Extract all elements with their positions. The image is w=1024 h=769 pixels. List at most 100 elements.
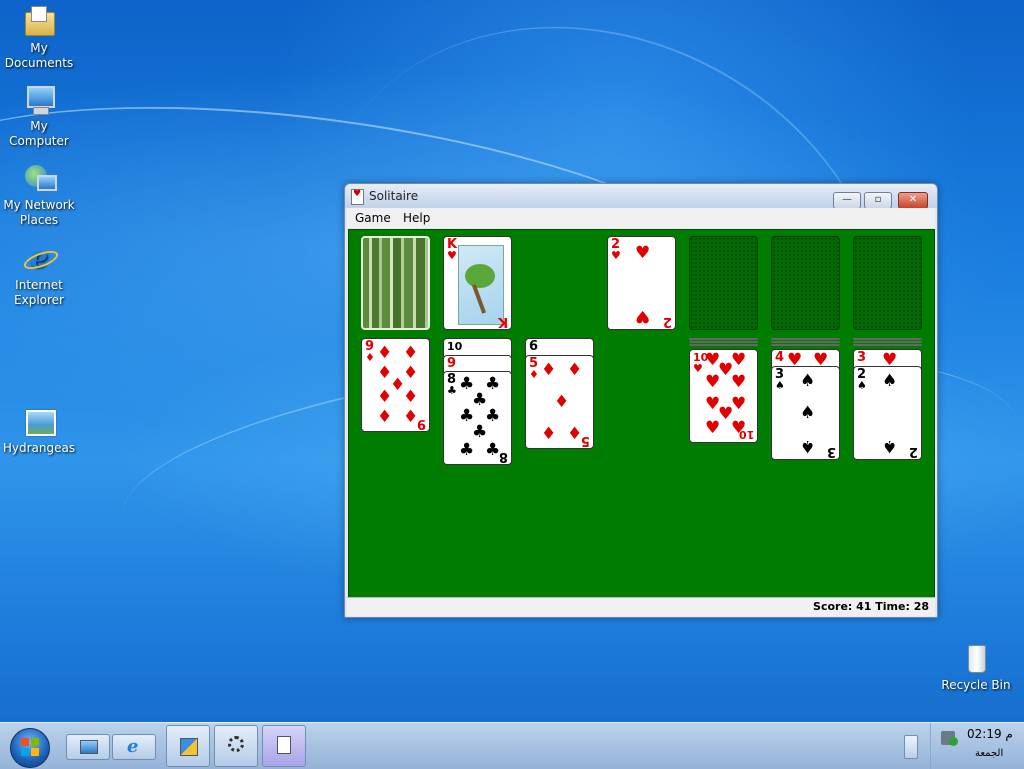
recycle-bin-icon xyxy=(960,643,992,675)
diamond-icon: ♦ xyxy=(365,351,375,364)
minimize-button[interactable]: — xyxy=(833,192,861,209)
heart-icon: ♥ xyxy=(635,306,651,326)
spade-icon: ♠ xyxy=(800,403,816,423)
taskbar-app-1[interactable] xyxy=(166,725,210,767)
title-bar[interactable]: Solitaire — ▫ ✕ xyxy=(345,184,937,209)
spade-icon: ♠ xyxy=(882,436,898,456)
solitaire-app-icon xyxy=(277,736,291,754)
heart-icon: ♥ xyxy=(705,372,721,392)
diamond-icon: ♦ xyxy=(377,407,393,427)
ie-quicklaunch-button[interactable]: e xyxy=(112,734,156,760)
card-stack-edge xyxy=(853,338,922,340)
diamond-icon: ♦ xyxy=(567,424,583,444)
control-panel-icon xyxy=(180,738,198,756)
diamond-icon: ♦ xyxy=(541,360,557,380)
heart-icon: ♥ xyxy=(731,372,747,392)
clock-day[interactable]: الجمعة xyxy=(975,748,1003,759)
gear-icon xyxy=(228,736,244,752)
system-tray: 02:19 م الجمعة xyxy=(930,723,1024,769)
card-rank: 10 xyxy=(738,428,754,441)
foundation-pile-4[interactable] xyxy=(853,236,922,330)
show-hidden-icons-button[interactable] xyxy=(904,735,918,759)
card-rank: 4 xyxy=(775,350,785,365)
tableau-card[interactable]: 9 ♦ ♦ ♦ ♦ ♦ ♦ ♦ ♦ ♦ ♦ 9 xyxy=(361,338,430,432)
card-stack-edge xyxy=(771,341,840,343)
menu-bar: Game Help xyxy=(347,208,935,228)
taskbar-app-solitaire[interactable] xyxy=(262,725,306,767)
club-icon: ♣ xyxy=(485,406,501,426)
maximize-button[interactable]: ▫ xyxy=(864,192,892,209)
computer-icon xyxy=(80,740,98,754)
spade-icon: ♠ xyxy=(800,371,816,391)
game-table: K ♥ K 2 ♥ ♥ ♥ 2 9 ♦ ♦ ♦ ♦ ♦ ♦ ♦ ♦ ♦ ♦ 9 … xyxy=(348,229,935,599)
card-stack-edge xyxy=(771,344,840,346)
heart-icon: ♥ xyxy=(731,394,747,414)
desktop-icon-label: Internet xyxy=(15,278,63,292)
status-bar: Score: 41 Time: 28 xyxy=(347,597,935,616)
tableau-card[interactable]: 2 ♠ ♠ ♠ 2 xyxy=(853,366,922,460)
internet-explorer-icon: e xyxy=(21,243,61,275)
spade-icon: ♠ xyxy=(775,379,785,392)
desktop-icon-label: My Network xyxy=(3,198,75,212)
king-face-art xyxy=(458,245,504,325)
diamond-icon: ♦ xyxy=(567,360,583,380)
club-icon: ♣ xyxy=(485,440,501,460)
desktop-icon-label: My xyxy=(30,41,48,55)
desktop-icon-internet-explorer[interactable]: e Internet Explorer xyxy=(0,243,78,308)
diamond-icon: ♦ xyxy=(403,343,419,363)
window-title: Solitaire xyxy=(369,189,419,203)
taskbar-app-2[interactable] xyxy=(214,725,258,767)
foundation-pile-3[interactable] xyxy=(771,236,840,330)
score-time-readout: Score: 41 Time: 28 xyxy=(813,600,929,613)
tableau-card[interactable]: 8 ♣ ♣ ♣ ♣ ♣ ♣ ♣ ♣ ♣ 8 xyxy=(443,371,512,465)
menu-game[interactable]: Game xyxy=(355,211,391,225)
computer-icon xyxy=(23,84,55,116)
card-rank: 3 xyxy=(857,350,867,365)
diamond-icon: ♦ xyxy=(377,387,393,407)
desktop-icon-my-computer[interactable]: My Computer xyxy=(0,84,78,149)
desktop-icon-recycle-bin[interactable]: Recycle Bin xyxy=(937,643,1015,693)
diamond-icon: ♦ xyxy=(554,392,570,412)
desktop-icon-label: My Computer xyxy=(9,119,69,148)
internet-explorer-icon: e xyxy=(127,736,139,757)
tableau-card[interactable]: 10 ♥ ♥ ♥ ♥ ♥ ♥ ♥ ♥ ♥ ♥ ♥ 10 xyxy=(689,349,758,443)
card-stack-edge xyxy=(689,344,758,346)
stock-pile[interactable] xyxy=(361,236,430,330)
card-rank: 2 xyxy=(662,314,672,329)
foundation-pile-2[interactable] xyxy=(689,236,758,330)
waste-pile-card[interactable]: K ♥ K xyxy=(443,236,512,330)
clock-time[interactable]: 02:19 م xyxy=(967,727,1013,741)
check-icon xyxy=(949,737,958,746)
heart-icon: ♥ xyxy=(705,418,721,438)
desktop-icon-hydrangeas[interactable]: Hydrangeas xyxy=(0,406,78,456)
desktop-icon-my-network[interactable]: My Network Places xyxy=(0,163,78,228)
desktop-icon-label: Places xyxy=(19,213,59,227)
heart-icon: ♥ xyxy=(611,249,621,262)
tableau-card[interactable]: 3 ♠ ♠ ♠ ♠ 3 xyxy=(771,366,840,460)
close-button[interactable]: ✕ xyxy=(898,192,928,209)
spade-icon: ♠ xyxy=(857,379,867,392)
club-icon: ♣ xyxy=(485,374,501,394)
show-desktop-button[interactable] xyxy=(66,734,110,760)
card-rank: 8 xyxy=(498,449,508,464)
desktop-icon-label: Recycle Bin xyxy=(941,678,1011,692)
club-icon: ♣ xyxy=(472,422,488,442)
menu-help[interactable]: Help xyxy=(403,211,430,225)
diamond-icon: ♦ xyxy=(541,424,557,444)
start-button[interactable] xyxy=(10,728,50,768)
card-rank: K xyxy=(497,314,508,329)
windows-logo-icon xyxy=(21,738,39,756)
card-stack-edge xyxy=(689,338,758,340)
card-rank: 2 xyxy=(908,444,918,459)
foundation-pile-1[interactable]: 2 ♥ ♥ ♥ 2 xyxy=(607,236,676,330)
desktop-icon-label: Documents xyxy=(4,56,74,70)
club-icon: ♣ xyxy=(447,384,457,397)
desktop-icon-my-documents[interactable]: My Documents xyxy=(0,6,78,71)
diamond-icon: ♦ xyxy=(377,343,393,363)
desktop-icon-label: Hydrangeas xyxy=(2,441,76,455)
spade-icon: ♠ xyxy=(800,436,816,456)
tableau-card[interactable]: 5 ♦ ♦ ♦ ♦ ♦ ♦ 5 xyxy=(525,355,594,449)
card-rank: 5 xyxy=(580,433,590,448)
card-rank: 6 xyxy=(529,339,539,354)
card-stack-edge xyxy=(853,341,922,343)
